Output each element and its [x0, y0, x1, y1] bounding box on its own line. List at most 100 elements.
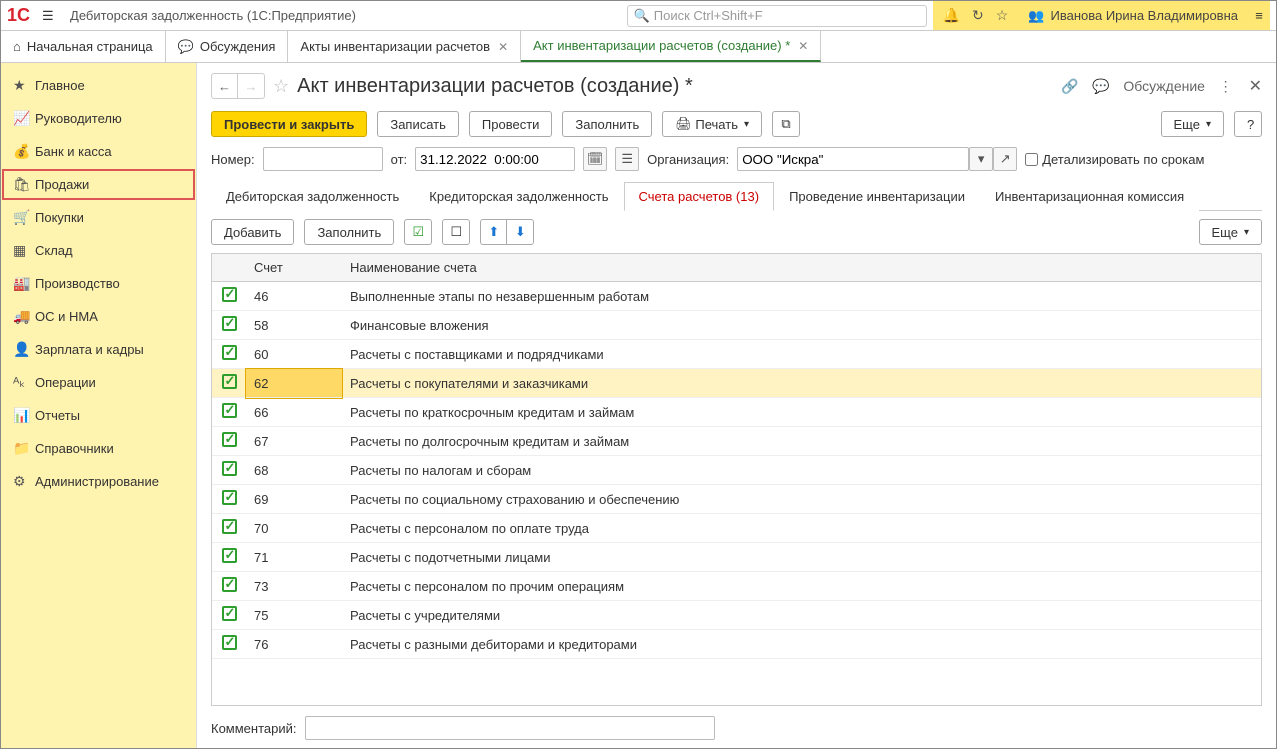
cell-name[interactable]: Расчеты по налогам и сборам	[342, 456, 1261, 485]
row-checkbox[interactable]	[222, 461, 237, 476]
fill-list-button[interactable]: Заполнить	[304, 219, 394, 245]
table-row[interactable]: 58 Финансовые вложения	[212, 311, 1261, 340]
table-row[interactable]: 66 Расчеты по краткосрочным кредитам и з…	[212, 398, 1261, 427]
sidebar-item-Главное[interactable]: ★Главное	[1, 69, 196, 102]
chevron-down-icon[interactable]: ▾	[969, 147, 993, 171]
accounts-grid[interactable]: Счет Наименование счета 46 Выполненные э…	[211, 253, 1262, 706]
cell-name[interactable]: Расчеты с разными дебиторами и кредитора…	[342, 630, 1261, 659]
table-row[interactable]: 73 Расчеты с персоналом по прочим операц…	[212, 572, 1261, 601]
cell-name[interactable]: Расчеты с персоналом по прочим операциям	[342, 572, 1261, 601]
cell-account[interactable]: 69	[246, 485, 342, 514]
sidebar-item-Производство[interactable]: 🏭Производство	[1, 267, 196, 300]
post-button[interactable]: Провести	[469, 111, 553, 137]
cell-name[interactable]: Расчеты с поставщиками и подрядчиками	[342, 340, 1261, 369]
cell-account[interactable]: 58	[246, 311, 342, 340]
save-button[interactable]: Записать	[377, 111, 459, 137]
tab-home[interactable]: ⌂ Начальная страница	[1, 31, 166, 62]
subtab-commission[interactable]: Инвентаризационная комиссия	[980, 182, 1199, 211]
cell-account[interactable]: 62	[246, 369, 342, 398]
cell-account[interactable]: 66	[246, 398, 342, 427]
subtab-kreditor[interactable]: Кредиторская задолженность	[414, 182, 623, 211]
sidebar-item-Склад[interactable]: ▦Склад	[1, 234, 196, 267]
row-checkbox[interactable]	[222, 635, 237, 650]
cell-account[interactable]: 76	[246, 630, 342, 659]
cell-name[interactable]: Расчеты с персоналом по оплате труда	[342, 514, 1261, 543]
link-icon[interactable]: 🔗	[1061, 78, 1078, 94]
row-checkbox[interactable]	[222, 316, 237, 331]
table-row[interactable]: 75 Расчеты с учредителями	[212, 601, 1261, 630]
table-row[interactable]: 68 Расчеты по налогам и сборам	[212, 456, 1261, 485]
table-row[interactable]: 67 Расчеты по долгосрочным кредитам и за…	[212, 427, 1261, 456]
date-input[interactable]	[415, 147, 575, 171]
cell-name[interactable]: Расчеты по социальному страхованию и обе…	[342, 485, 1261, 514]
cell-name[interactable]: Расчеты с подотчетными лицами	[342, 543, 1261, 572]
row-checkbox[interactable]	[222, 548, 237, 563]
close-doc-icon[interactable]: ✕	[1249, 76, 1262, 96]
row-checkbox[interactable]	[222, 606, 237, 621]
help-button[interactable]: ?	[1234, 111, 1262, 137]
sidebar-item-Покупки[interactable]: 🛒Покупки	[1, 201, 196, 234]
uncheck-all-icon[interactable]: ☐	[442, 219, 470, 245]
table-row[interactable]: 71 Расчеты с подотчетными лицами	[212, 543, 1261, 572]
row-checkbox[interactable]	[222, 519, 237, 534]
cell-account[interactable]: 75	[246, 601, 342, 630]
kebab-icon[interactable]: ⋮	[1219, 78, 1233, 94]
detail-checkbox[interactable]	[1025, 153, 1038, 166]
sidebar-item-Администрирование[interactable]: ⚙Администрирование	[1, 465, 196, 498]
history-icon[interactable]: ↻	[972, 7, 984, 24]
calendar-icon[interactable]: 🗓	[583, 147, 607, 171]
col-account[interactable]: Счет	[246, 254, 342, 282]
discussion-label[interactable]: Обсуждение	[1123, 78, 1205, 94]
row-checkbox[interactable]	[222, 287, 237, 302]
sidebar-item-ОС и НМА[interactable]: 🚚ОС и НМА	[1, 300, 196, 333]
main-menu-icon[interactable]: ☰	[42, 8, 62, 24]
tab-current-doc[interactable]: Акт инвентаризации расчетов (создание) *…	[521, 31, 821, 62]
post-and-close-button[interactable]: Провести и закрыть	[211, 111, 367, 137]
comment-input[interactable]	[305, 716, 715, 740]
subtab-accounts[interactable]: Счета расчетов (13)	[624, 182, 775, 211]
row-checkbox[interactable]	[222, 490, 237, 505]
table-row[interactable]: 70 Расчеты с персоналом по оплате труда	[212, 514, 1261, 543]
cell-name[interactable]: Выполненные этапы по незавершенным работ…	[342, 282, 1261, 311]
cell-name[interactable]: Финансовые вложения	[342, 311, 1261, 340]
more-list-button[interactable]: Еще ▾	[1199, 219, 1262, 245]
fill-button[interactable]: Заполнить	[562, 111, 652, 137]
open-icon[interactable]: ↗	[993, 147, 1017, 171]
cell-account[interactable]: 73	[246, 572, 342, 601]
cell-name[interactable]: Расчеты по долгосрочным кредитам и займа…	[342, 427, 1261, 456]
subtab-inventory[interactable]: Проведение инвентаризации	[774, 182, 980, 211]
cell-account[interactable]: 67	[246, 427, 342, 456]
cell-account[interactable]: 71	[246, 543, 342, 572]
sidebar-item-Продажи[interactable]: 🛍Продажи	[1, 168, 196, 201]
structure-icon[interactable]: ⧉	[772, 111, 800, 137]
more-button[interactable]: Еще ▾	[1161, 111, 1224, 137]
cell-name[interactable]: Расчеты по краткосрочным кредитам и займ…	[342, 398, 1261, 427]
sidebar-item-Справочники[interactable]: 📁Справочники	[1, 432, 196, 465]
table-row[interactable]: 69 Расчеты по социальному страхованию и …	[212, 485, 1261, 514]
cell-name[interactable]: Расчеты с учредителями	[342, 601, 1261, 630]
check-all-icon[interactable]: ☑	[404, 219, 432, 245]
row-checkbox[interactable]	[222, 403, 237, 418]
org-input[interactable]	[737, 147, 969, 171]
nav-back-icon[interactable]: ←	[212, 74, 238, 98]
detail-checkbox-block[interactable]: Детализировать по срокам	[1025, 152, 1204, 167]
row-checkbox[interactable]	[222, 577, 237, 592]
row-checkbox[interactable]	[222, 374, 237, 389]
cell-name[interactable]: Расчеты с покупателями и заказчиками	[342, 369, 1261, 398]
cell-account[interactable]: 68	[246, 456, 342, 485]
user-block[interactable]: 👥 Иванова Ирина Владимировна	[1018, 1, 1248, 30]
cell-account[interactable]: 60	[246, 340, 342, 369]
table-row[interactable]: 60 Расчеты с поставщиками и подрядчиками	[212, 340, 1261, 369]
nav-fwd-icon[interactable]: →	[238, 74, 264, 98]
subtab-debitor[interactable]: Дебиторская задолженность	[211, 182, 414, 211]
row-checkbox[interactable]	[222, 432, 237, 447]
sidebar-item-Зарплата и кадры[interactable]: 👤Зарплата и кадры	[1, 333, 196, 366]
col-name[interactable]: Наименование счета	[342, 254, 1261, 282]
star-icon[interactable]: ☆	[996, 7, 1009, 24]
move-up-icon[interactable]: ⬆	[481, 220, 507, 244]
title-menu-icon[interactable]: ≡	[1248, 1, 1270, 30]
print-button[interactable]: 🖨 Печать ▾	[662, 111, 762, 137]
move-down-icon[interactable]: ⬇	[507, 220, 533, 244]
sidebar-item-Руководителю[interactable]: 📈Руководителю	[1, 102, 196, 135]
cell-account[interactable]: 70	[246, 514, 342, 543]
